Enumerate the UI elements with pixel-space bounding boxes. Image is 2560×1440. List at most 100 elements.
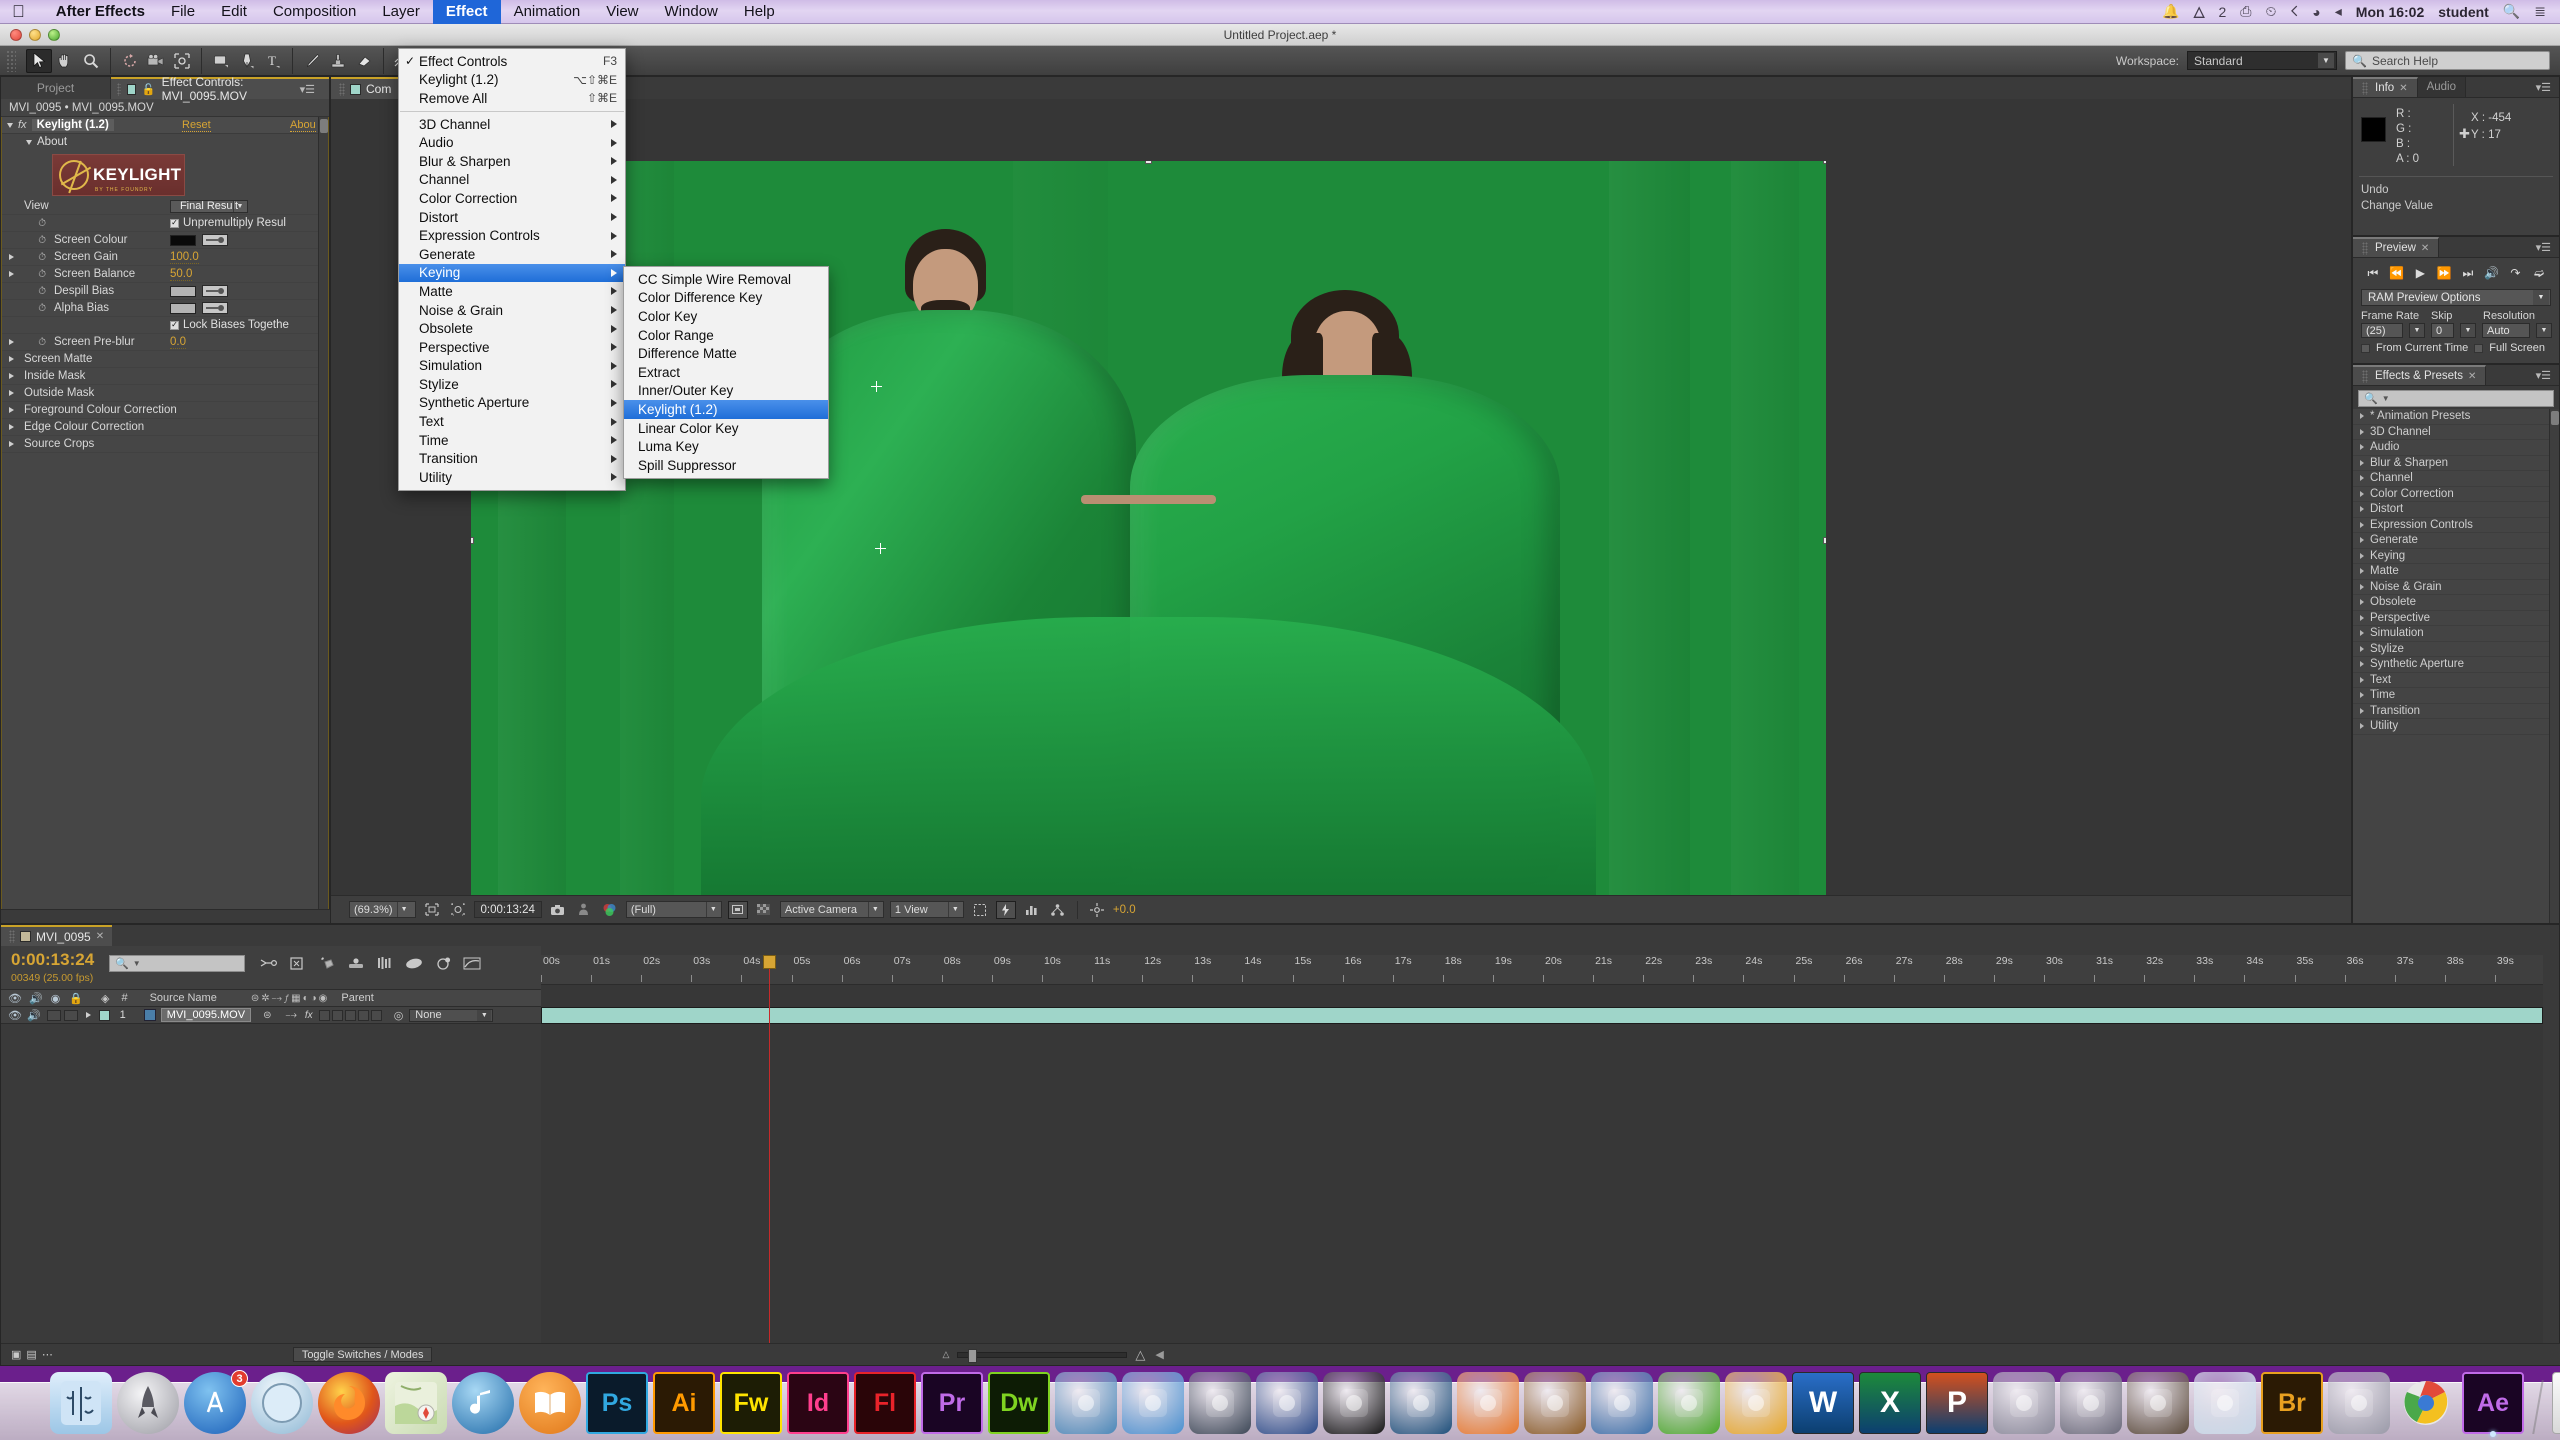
timeline-current-time[interactable]: 0:00:13:24 (11, 950, 94, 970)
panel-grip[interactable] (2362, 369, 2368, 383)
dock-item-numbers[interactable] (1658, 1372, 1720, 1434)
enable-frame-blending-icon[interactable] (346, 952, 366, 974)
layer-source-name[interactable]: MVI_0095.MOV (160, 1008, 252, 1022)
submenu-item-cc-simple-wire-removal[interactable]: CC Simple Wire Removal (624, 270, 828, 289)
fx-category-animation-presets[interactable]: * Animation Presets (2353, 409, 2559, 425)
current-time-indicator[interactable] (763, 955, 776, 1343)
spotlight-search-icon[interactable]: 🔍 (2503, 3, 2520, 20)
stopwatch-icon[interactable]: ⏱ (20, 303, 50, 314)
close-icon[interactable]: ✕ (2399, 83, 2407, 94)
menu-category-time[interactable]: Time (399, 431, 625, 450)
layer-parent-dropdown[interactable]: None ▼ (409, 1008, 494, 1022)
skip-value[interactable]: 0 (2431, 323, 2454, 338)
fx-category-generate[interactable]: Generate (2353, 533, 2559, 549)
chevron-right-icon[interactable] (2360, 568, 2364, 575)
menu-category-blur-sharpen[interactable]: Blur & Sharpen (399, 152, 625, 171)
tab-preview[interactable]: Preview ✕ (2353, 237, 2440, 257)
dock-item-dvd-player[interactable] (1055, 1372, 1117, 1434)
panel-menu-icon[interactable]: ▾☰ (2528, 237, 2559, 257)
param-row-screen-preblur[interactable]: ⏱ Screen Pre-blur 0.0 (2, 334, 328, 351)
timeline-track-area[interactable] (541, 985, 2543, 1343)
menu-category-audio[interactable]: Audio (399, 133, 625, 152)
fx-category-transition[interactable]: Transition (2353, 704, 2559, 719)
param-group-foreground-colour-correction[interactable]: Foreground Colour Correction (2, 402, 328, 419)
dock-item-illustrator[interactable]: Ai (653, 1372, 715, 1434)
tab-effect-controls[interactable]: 🔓 Effect Controls: MVI_0095.MOV ▾☰ (111, 75, 329, 103)
chevron-down-icon[interactable]: ▼ (2460, 323, 2476, 338)
tab-effects-presets[interactable]: Effects & Presets ✕ (2353, 365, 2487, 385)
chevron-down-icon[interactable] (26, 139, 32, 145)
menu-category-color-correction[interactable]: Color Correction (399, 189, 625, 208)
tab-info[interactable]: Info ✕ (2353, 77, 2418, 97)
submenu-item-color-key[interactable]: Color Key (624, 307, 828, 326)
about-group-header[interactable]: About (2, 134, 328, 150)
stopwatch-icon[interactable]: ⏱ (20, 235, 50, 246)
menu-category-utility[interactable]: Utility (399, 468, 625, 487)
timeline-ruler[interactable]: 00s 01s 02s 03s 04s 05s 06s 07s 08s 09s 10s 11s 12s 1… (541, 955, 2543, 985)
fx-category-time[interactable]: Time (2353, 688, 2559, 704)
clone-stamp-tool[interactable] (325, 49, 351, 73)
reset-button[interactable]: Reset (182, 119, 211, 132)
fx-category-obsolete[interactable]: Obsolete (2353, 595, 2559, 611)
dock-item-dreamweaver[interactable]: Dw (988, 1372, 1050, 1434)
dock-item-flash[interactable]: Fl (854, 1372, 916, 1434)
apple-icon[interactable]:  (12, 3, 25, 20)
dock-item-after-effects[interactable]: Ae (2462, 1372, 2524, 1437)
fx-category-noise-grain[interactable]: Noise & Grain (2353, 580, 2559, 595)
param-color-swatch-screen-colour[interactable] (170, 234, 196, 246)
submenu-item-color-range[interactable]: Color Range (624, 326, 828, 345)
layer-lock-toggle[interactable] (63, 1009, 78, 1021)
layer-duration-bar[interactable] (541, 1007, 2543, 1024)
dock-item-disk-utility[interactable] (2328, 1372, 2390, 1434)
effect-controls-scrollbar[interactable] (318, 117, 328, 922)
dock-item-indesign[interactable]: Id (787, 1372, 849, 1434)
toolbar-grip[interactable] (6, 49, 16, 72)
fx-category-matte[interactable]: Matte (2353, 564, 2559, 580)
fx-category-audio[interactable]: Audio (2353, 440, 2559, 456)
expand-triangle[interactable] (2, 373, 20, 379)
chevron-right-icon[interactable] (2360, 692, 2364, 699)
param-value-screen-preblur[interactable]: 0.0 (170, 336, 186, 349)
menu-window[interactable]: Window (652, 0, 731, 24)
tab-audio[interactable]: Audio (2417, 77, 2466, 97)
submenu-item-inner-outer-key[interactable]: Inner/Outer Key (624, 382, 828, 401)
param-group-outside-mask[interactable]: Outside Mask (2, 385, 328, 402)
composition-timecode[interactable]: 0:00:13:24 (473, 901, 542, 918)
param-color-swatch-despill-bias[interactable] (170, 285, 196, 297)
dock-item-photoshop[interactable]: Ps (586, 1372, 648, 1434)
frame-rate-value[interactable]: (25) (2361, 323, 2403, 338)
audio-icon[interactable]: 🔊 (29, 992, 43, 1005)
dock-item-word[interactable]: W (1792, 1372, 1854, 1434)
menu-app-name[interactable]: After Effects (43, 0, 158, 24)
dock-item-utilities-folder[interactable] (2127, 1372, 2189, 1434)
close-icon[interactable]: ✕ (96, 931, 104, 942)
about-link[interactable]: Abou (290, 119, 316, 132)
first-frame-icon[interactable]: ⏮ (2363, 266, 2383, 281)
menu-category-channel[interactable]: Channel (399, 171, 625, 190)
zoom-tool[interactable] (78, 49, 104, 73)
param-row-screen-balance[interactable]: ⏱ Screen Balance 50.0 (2, 266, 328, 283)
panel-grip[interactable] (9, 930, 15, 943)
menu-category-expression-controls[interactable]: Expression Controls (399, 226, 625, 245)
fx-category-utility[interactable]: Utility (2353, 719, 2559, 735)
panel-grip[interactable] (2362, 81, 2368, 95)
layer-visibility-toggle[interactable]: 👁 (8, 1009, 22, 1022)
hide-shy-layers-icon[interactable] (317, 952, 337, 974)
stopwatch-icon[interactable]: ⏱ (20, 218, 50, 229)
menu-category-obsolete[interactable]: Obsolete (399, 319, 625, 338)
menu-effect[interactable]: Effect (432, 0, 501, 24)
close-icon[interactable]: ✕ (2421, 243, 2429, 254)
effects-category-list[interactable]: * Animation Presets 3D Channel Audio Blu… (2353, 409, 2559, 923)
adobe-cc-icon[interactable]: △ (2194, 3, 2205, 20)
param-group-edge-colour-correction[interactable]: Edge Colour Correction (2, 419, 328, 436)
chevron-right-icon[interactable] (2360, 599, 2364, 606)
param-row-despill-bias[interactable]: ⏱ Despill Bias (2, 283, 328, 300)
submenu-item-color-difference-key[interactable]: Color Difference Key (624, 289, 828, 308)
fx-category-simulation[interactable]: Simulation (2353, 626, 2559, 642)
ram-preview-options-dropdown[interactable]: RAM Preview Options ▼ (2361, 289, 2551, 306)
dock-item-system-preferences[interactable] (2060, 1372, 2122, 1434)
composition-stage[interactable] (331, 99, 2351, 921)
dock-item-unreal-engine[interactable] (1256, 1372, 1318, 1434)
layer-switch-box[interactable] (370, 1009, 382, 1021)
menubar-user[interactable]: student (2438, 4, 2489, 20)
